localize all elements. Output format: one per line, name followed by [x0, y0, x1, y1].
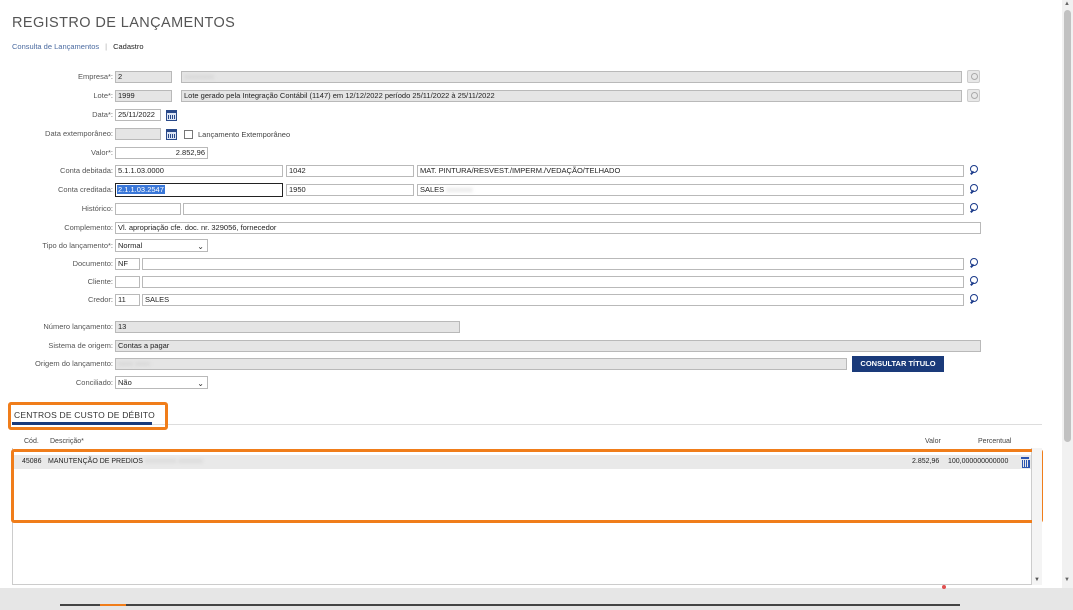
lote-label: Lote*: [93, 91, 113, 100]
conta-debitada-search-icon[interactable] [969, 165, 981, 177]
credor-label: Credor: [87, 295, 113, 304]
chevron-down-icon: ⌄ [197, 379, 204, 388]
conta-debitada-description-field: MAT. PINTURA/RESVEST./IMPERM./VEDAÇÃO/TE… [417, 165, 964, 177]
data-input[interactable]: 25/11/2022 [115, 109, 161, 121]
conta-creditada-description-field: SALES xxxxxxx [417, 184, 964, 196]
lote-description-field: Lote gerado pela Integração Contábil (11… [181, 90, 962, 102]
historico-code-input[interactable] [115, 203, 181, 215]
complemento-label: Complemento: [64, 223, 113, 232]
numero-lancamento-field: 13 [115, 321, 460, 333]
tipo-lancamento-select[interactable]: Normal ⌄ [115, 239, 208, 252]
data-extemporaneo-input[interactable] [115, 128, 161, 140]
scroll-up-icon[interactable]: ▲ [1064, 1, 1070, 7]
column-header-valor: Valor [925, 438, 941, 445]
cliente-code-input[interactable] [115, 276, 140, 288]
column-header-descricao: Descrição* [50, 438, 84, 445]
breadcrumb-cadastro: Cadastro [113, 42, 144, 51]
historico-label: Histórico: [81, 204, 113, 213]
tab-highlight-box [8, 402, 168, 430]
empresa-label: Empresa*: [77, 72, 113, 81]
bottom-bar-highlight [100, 604, 126, 606]
origem-lancamento-blurred: xxxx xxxx [118, 359, 151, 368]
credor-code-input[interactable]: 11 [115, 294, 140, 306]
numero-lancamento-label: Número lançamento: [43, 322, 113, 331]
scroll-down-icon[interactable]: ▼ [1064, 577, 1070, 583]
cliente-label: Cliente: [87, 277, 113, 286]
conciliado-value: Não [118, 378, 132, 387]
documento-search-icon[interactable] [969, 258, 981, 270]
empresa-name-field: xxxxxxxx [181, 71, 962, 83]
table-scrollbar[interactable] [1032, 448, 1042, 585]
conciliado-label: Conciliado: [75, 378, 113, 387]
lote-search-icon[interactable] [967, 89, 980, 102]
status-dot [942, 585, 946, 589]
valor-input[interactable]: 2.852,96 [115, 147, 208, 159]
conciliado-select[interactable]: Não ⌄ [115, 376, 208, 389]
cliente-search-icon[interactable] [969, 276, 981, 288]
tipo-lancamento-label: Tipo do lançamento*: [42, 241, 113, 250]
data-label: Data*: [92, 110, 113, 119]
historico-search-icon[interactable] [969, 203, 981, 215]
complemento-input[interactable]: Vl. apropriação cfe. doc. nr. 329056, fo… [115, 222, 981, 234]
documento-text-input[interactable] [142, 258, 964, 270]
calendar-icon[interactable] [166, 110, 177, 121]
column-header-percentual: Percentual [978, 438, 1012, 445]
historico-text-input[interactable] [183, 203, 964, 215]
conta-creditada-code-selected: 2.1.1.03.2547 [117, 185, 165, 194]
conta-debitada-label: Conta debitada: [60, 166, 113, 175]
origem-lancamento-label: Origem do lançamento: [35, 359, 113, 368]
bottom-frame [0, 588, 1073, 610]
page-title: REGISTRO DE LANÇAMENTOS [12, 15, 236, 31]
sistema-origem-field: Contas a pagar [115, 340, 981, 352]
credor-name-input[interactable]: SALES [142, 294, 964, 306]
cliente-text-input[interactable] [142, 276, 964, 288]
row-highlight-box [11, 449, 1043, 523]
empresa-code-field[interactable]: 2 [115, 71, 172, 83]
conta-creditada-label: Conta creditada: [57, 185, 113, 194]
conta-debitada-code-input[interactable]: 5.1.1.03.0000 [115, 165, 283, 177]
origem-lancamento-field: xxxx xxxx [115, 358, 847, 370]
lancamento-extemporaneo-label: Lançamento Extemporâneo [198, 130, 291, 139]
sistema-origem-label: Sistema de origem: [48, 341, 113, 350]
conta-debitada-reduced-input[interactable]: 1042 [286, 165, 414, 177]
consultar-titulo-button[interactable]: CONSULTAR TÍTULO [852, 356, 944, 372]
breadcrumb: Consulta de Lançamentos | Cadastro [12, 42, 144, 51]
conta-creditada-search-icon[interactable] [969, 184, 981, 196]
chevron-down-icon: ⌄ [197, 242, 204, 251]
empresa-search-icon[interactable] [967, 70, 980, 83]
breadcrumb-consulta-link[interactable]: Consulta de Lançamentos [12, 42, 99, 51]
conta-creditada-code-input[interactable]: 2.1.1.03.2547 [115, 183, 283, 197]
valor-label: Valor*: [91, 148, 113, 157]
breadcrumb-separator: | [105, 42, 108, 51]
documento-code-input[interactable]: NF [115, 258, 140, 270]
page-scrollbar-thumb[interactable] [1064, 10, 1071, 442]
credor-search-icon[interactable] [969, 294, 981, 306]
calendar-extemporaneo-icon[interactable] [166, 129, 177, 140]
data-extemporaneo-label: Data extemporâneo: [45, 129, 113, 138]
conta-creditada-description-blurred: xxxxxxx [446, 185, 473, 194]
table-scroll-down-icon[interactable]: ▼ [1034, 577, 1040, 583]
conta-creditada-reduced-input[interactable]: 1950 [286, 184, 414, 196]
conta-creditada-description: SALES [420, 185, 445, 194]
lote-code-field[interactable]: 1999 [115, 90, 172, 102]
tipo-lancamento-value: Normal [118, 241, 143, 250]
empresa-name-blurred: xxxxxxxx [184, 72, 214, 81]
documento-label: Documento: [72, 259, 113, 268]
column-header-cod: Cód. [24, 438, 39, 445]
bottom-bar-line [60, 604, 960, 606]
lancamento-extemporaneo-checkbox[interactable] [184, 130, 193, 139]
